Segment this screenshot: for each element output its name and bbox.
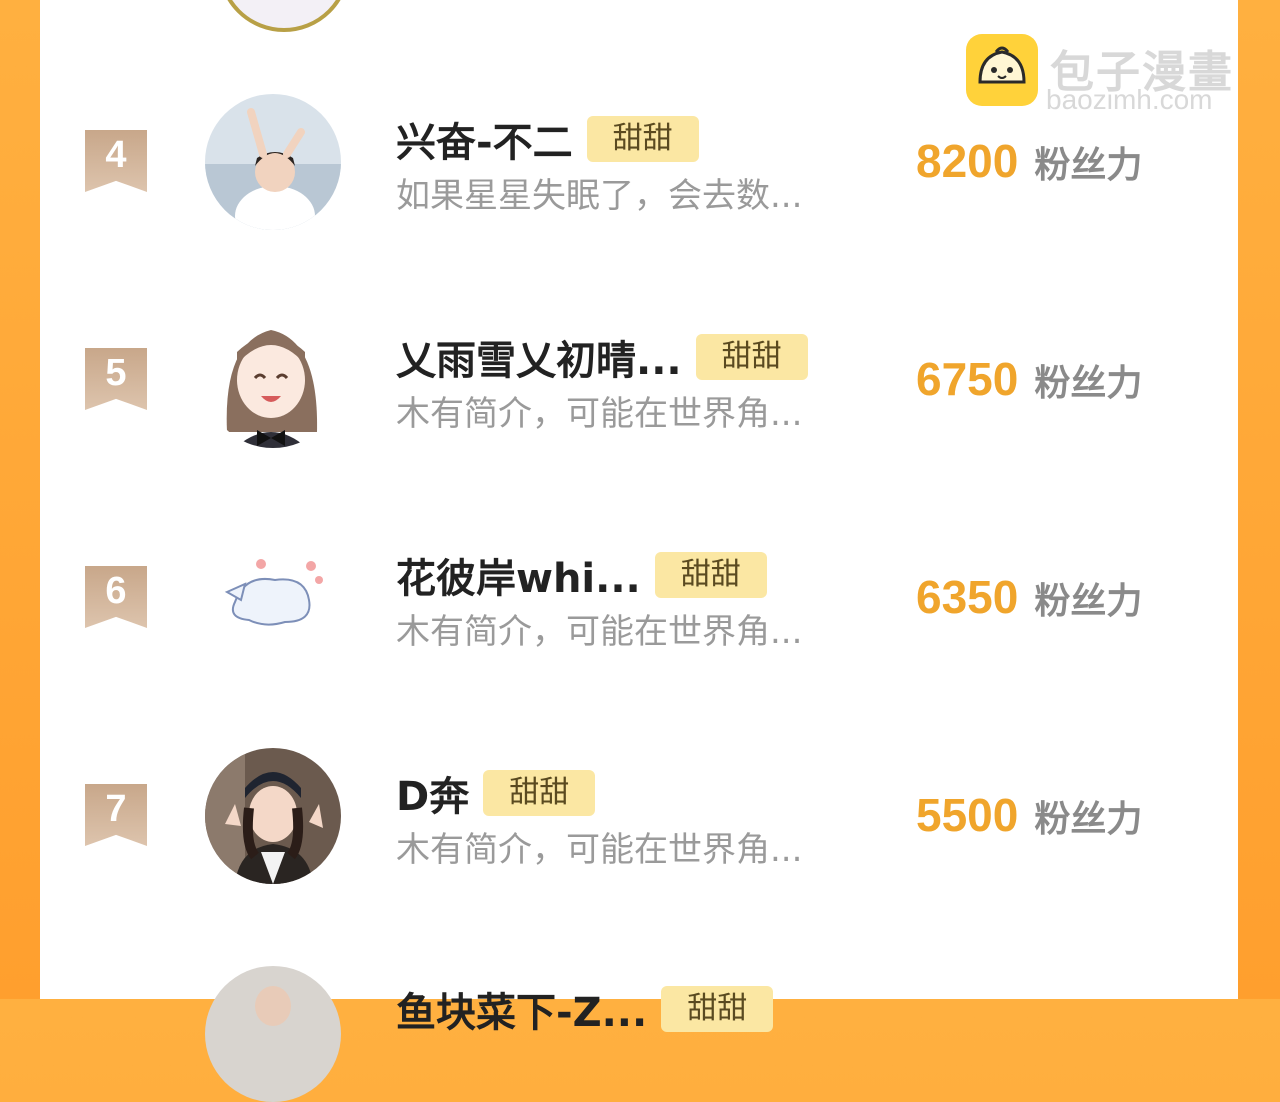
avatar[interactable] — [205, 94, 341, 230]
user-name[interactable]: 花彼岸whi... 甜甜 — [396, 546, 767, 604]
fan-power-unit: 粉丝力 — [1034, 581, 1143, 622]
tier-tag: 甜甜 — [695, 334, 808, 380]
tier-tag: 甜甜 — [661, 986, 774, 1032]
fan-power: 6750 粉丝力 — [916, 352, 1142, 406]
fan-power-value: 8200 — [916, 135, 1019, 187]
fan-power-unit: 粉丝力 — [1034, 145, 1143, 186]
rank-badge: 4 — [85, 130, 147, 192]
user-name[interactable]: 兴奋-不二 甜甜 — [396, 110, 699, 168]
user-name-text: 乂雨雪乂初晴... — [396, 338, 682, 384]
fan-power: 5500 粉丝力 — [916, 788, 1142, 842]
list-item[interactable]: 6 花彼岸whi... 甜甜 木有简介，可能在世界角... 6350 粉丝力 — [40, 526, 1238, 666]
avatar[interactable] — [205, 312, 341, 448]
fan-power-value: 5500 — [916, 789, 1019, 841]
fan-power-value: 6350 — [916, 571, 1019, 623]
user-bio: 木有简介，可能在世界角... — [396, 394, 803, 434]
rank-badge: 7 — [85, 784, 147, 846]
user-bio: 木有简介，可能在世界角... — [396, 830, 803, 870]
list-item[interactable]: 5 乂雨雪乂初晴... 甜甜 木有简介，可能在世界角... 6750 粉丝力 — [40, 308, 1238, 448]
avatar[interactable] — [205, 748, 341, 884]
user-bio: 如果星星失眠了，会去数... — [396, 176, 803, 216]
fan-power-unit: 粉丝力 — [1034, 363, 1143, 404]
bun-logo-icon — [966, 34, 1038, 106]
rank-badge: 5 — [85, 348, 147, 410]
avatar[interactable] — [205, 530, 341, 666]
user-name[interactable]: D奔 甜甜 — [396, 764, 596, 822]
tier-tag: 甜甜 — [483, 770, 596, 816]
user-name[interactable]: 乂雨雪乂初晴... 甜甜 — [396, 328, 808, 386]
fan-power-unit: 粉丝力 — [1034, 799, 1143, 840]
watermark: 包子漫畫 baozimh.com — [966, 34, 1266, 115]
user-bio: 木有简介，可能在世界角... — [396, 612, 803, 652]
fan-power: 6350 粉丝力 — [916, 570, 1142, 624]
tier-tag: 甜甜 — [586, 116, 699, 162]
avatar[interactable] — [205, 966, 341, 1102]
watermark-url: baozimh.com — [1046, 84, 1213, 115]
user-name[interactable]: 鱼块菜下-Z... 甜甜 — [396, 980, 774, 1038]
user-name-text: 兴奋-不二 — [396, 120, 573, 166]
list-item[interactable]: 鱼块菜下-Z... 甜甜 — [40, 962, 1238, 1102]
rank-badge: 6 — [85, 566, 147, 628]
user-name-text: 花彼岸whi... — [396, 556, 641, 602]
fan-power-value: 6750 — [916, 353, 1019, 405]
list-item[interactable]: 7 D奔 甜甜 木有简介，可能在世界角... 5500 粉丝力 — [40, 744, 1238, 884]
leaderboard-panel: 4 兴奋-不二 甜甜 如果星星失眠了，会去数... 8200 粉丝力 5 乂雨雪… — [40, 0, 1238, 1102]
fan-power: 8200 粉丝力 — [916, 134, 1142, 188]
user-name-text: 鱼块菜下-Z... — [396, 990, 648, 1036]
user-name-text: D奔 — [396, 774, 470, 820]
avatar-partial-top — [218, 0, 350, 32]
tier-tag: 甜甜 — [654, 552, 767, 598]
